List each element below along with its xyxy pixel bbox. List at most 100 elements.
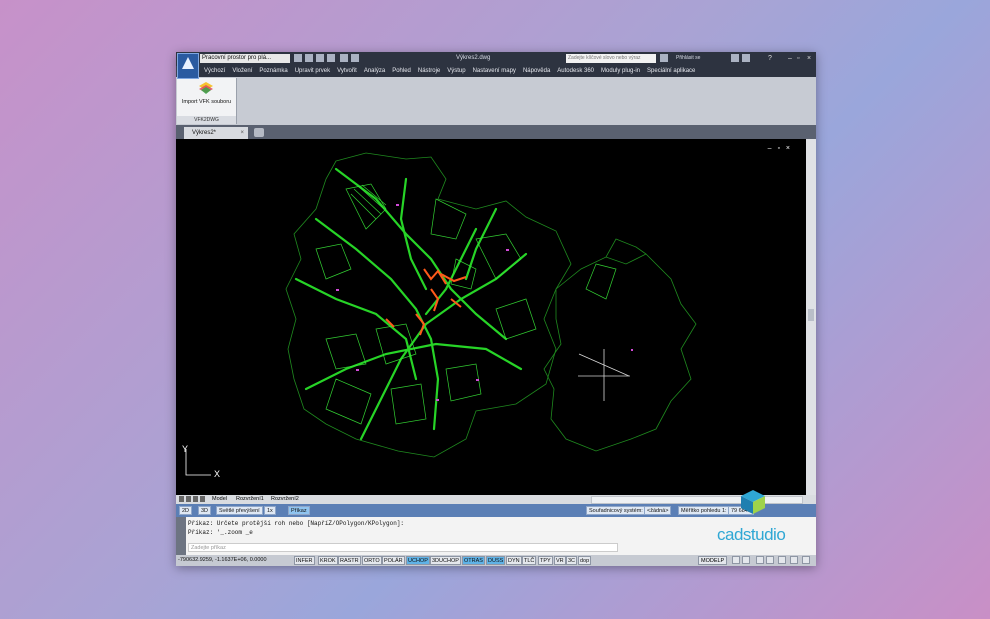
ribbon-panel-title: VFK2DWG <box>177 116 236 124</box>
ribbon: Import VFK souboru VFK2DWG <box>176 77 816 125</box>
redo-icon[interactable] <box>351 54 359 62</box>
signin-button[interactable]: Přihlásit se <box>676 54 700 63</box>
menu-item[interactable]: Analýza <box>364 66 385 77</box>
application-menu-button[interactable] <box>177 53 199 79</box>
viewport-controls[interactable]: – ▫ × <box>768 145 792 152</box>
lock-icon[interactable] <box>766 556 774 564</box>
menu-item[interactable]: Nástroje <box>418 66 440 77</box>
command-history-line: Příkaz: Určete protější roh nebo [NapříZ… <box>188 520 405 527</box>
menu-item[interactable]: Výchozí <box>204 66 225 77</box>
autocad-window: Pracovní prostor pro plá... Výkres2.dwg … <box>176 52 816 566</box>
status-toggle[interactable]: TPY <box>538 556 553 565</box>
prev-tab-icon[interactable] <box>186 496 191 502</box>
clean-screen-icon[interactable] <box>790 556 798 564</box>
visual-style-dropdown[interactable]: Světlé převýšení <box>216 506 263 515</box>
vertical-scrollbar[interactable] <box>806 139 816 495</box>
ucs-x-label: X <box>214 469 221 479</box>
command-window-handle[interactable] <box>176 517 186 555</box>
model-paper-toggle[interactable]: MODELP <box>698 556 728 565</box>
binoculars-icon[interactable] <box>660 54 668 62</box>
next-tab-icon[interactable] <box>193 496 198 502</box>
document-tabs: Výkres2* × <box>176 125 816 139</box>
command-label[interactable]: Příkaz <box>288 506 310 515</box>
tab-vykres2[interactable]: Výkres2* × <box>184 127 248 139</box>
tab-layout1[interactable]: Rozvržení1 <box>236 495 264 504</box>
view-scale-label: Měřítko pohledu 1: <box>678 506 730 515</box>
viewport-status-bar: 2D 3D Světlé převýšení 1x Příkaz Souřadn… <box>176 504 816 517</box>
quick-view-icon[interactable] <box>732 556 740 564</box>
import-vfk-button[interactable]: Import VFK souboru <box>177 99 236 105</box>
title-bar: Pracovní prostor pro plá... Výkres2.dwg … <box>176 52 816 66</box>
tab-label: Výkres2* <box>192 130 217 136</box>
status-toggle[interactable]: 3DUCHOP <box>430 556 461 565</box>
status-toggle[interactable]: DUSS <box>486 556 506 565</box>
new-tab-button[interactable] <box>254 128 264 137</box>
cadastral-map <box>185 152 697 476</box>
workspace-gear-icon[interactable] <box>756 556 764 564</box>
horizontal-scrollbar[interactable] <box>591 496 803 504</box>
drawing-canvas[interactable]: – ▫ × Y X <box>176 139 806 495</box>
tab-model[interactable]: Model <box>212 495 227 504</box>
scale-dropdown[interactable]: 1x <box>264 506 276 515</box>
a360-icon[interactable] <box>742 54 750 62</box>
coord-system-label: Souřadnicový systém: <box>586 506 646 515</box>
menu-item[interactable]: Vložení <box>232 66 252 77</box>
ribbon-panel-vfk2dwg: Import VFK souboru VFK2DWG <box>177 78 237 124</box>
status-toggle[interactable]: VR <box>554 556 566 565</box>
last-tab-icon[interactable] <box>200 496 205 502</box>
status-toggle[interactable]: OTRAS <box>462 556 485 565</box>
status-toggle[interactable]: DYN <box>506 556 522 565</box>
menu-item[interactable]: Nápověda <box>523 66 550 77</box>
command-input[interactable]: Zadejte příkaz <box>188 543 618 552</box>
mode-2d-button[interactable]: 2D <box>179 506 193 515</box>
menu-item[interactable]: Autodesk 360 <box>557 66 594 77</box>
status-toggle[interactable]: INFER <box>294 556 315 565</box>
maximize-icon[interactable]: ▫ <box>797 54 799 63</box>
menu-item[interactable]: Výstup <box>447 66 465 77</box>
workspace-dropdown[interactable]: Pracovní prostor pro plá... <box>200 54 290 63</box>
hardware-accel-icon[interactable] <box>778 556 786 564</box>
help-icon[interactable]: ? <box>768 54 772 63</box>
status-toggle[interactable]: KROK <box>318 556 338 565</box>
close-icon[interactable]: × <box>807 54 811 63</box>
ribbon-tabs: Výchozí Vložení Poznámka Upravit prvek Vytvo… <box>198 66 816 77</box>
tab-layout2[interactable]: Rozvržení2 <box>271 495 299 504</box>
undo-icon[interactable] <box>340 54 348 62</box>
open-file-icon[interactable] <box>305 54 313 62</box>
ucs-y-label: Y <box>182 444 189 454</box>
new-file-icon[interactable] <box>294 54 302 62</box>
menu-item[interactable]: Vytvořit <box>337 66 357 77</box>
first-tab-icon[interactable] <box>179 496 184 502</box>
layers-icon[interactable] <box>198 81 214 95</box>
status-toggle[interactable]: 3C <box>566 556 578 565</box>
exchange-icon[interactable] <box>731 54 739 62</box>
save-icon[interactable] <box>316 54 324 62</box>
cadstudio-logo-icon <box>741 490 765 514</box>
coord-system-value[interactable]: <žádná> <box>644 506 672 515</box>
print-icon[interactable] <box>327 54 335 62</box>
status-toggle[interactable]: dop <box>578 556 592 565</box>
menu-item[interactable]: Upravit prvek <box>295 66 330 77</box>
brand-name: cadstudio <box>717 525 786 544</box>
menu-item[interactable]: Nastavení mapy <box>473 66 516 77</box>
status-toggle[interactable]: TLČ <box>522 556 537 565</box>
status-toggle[interactable]: POLÁR <box>382 556 405 565</box>
command-history-line: Příkaz: '_.zoom _e <box>188 529 253 536</box>
layout-tabs: Model Rozvržení1 Rozvržení2 <box>176 495 816 504</box>
annotation-icon[interactable] <box>742 556 750 564</box>
close-tab-icon[interactable]: × <box>240 127 244 139</box>
menu-item[interactable]: Speciální aplikace <box>647 66 695 77</box>
search-input[interactable]: Zadejte klíčové slovo nebo výraz <box>566 54 656 63</box>
menu-item[interactable]: Poznámka <box>259 66 287 77</box>
minimize-icon[interactable]: – <box>788 54 792 63</box>
scroll-thumb[interactable] <box>808 309 814 321</box>
status-toggle[interactable]: ORTO <box>362 556 382 565</box>
menu-item[interactable]: Moduly plug-in <box>601 66 640 77</box>
status-toggle[interactable]: RASTR <box>338 556 361 565</box>
status-toggle[interactable]: UCHOP <box>406 556 430 565</box>
mode-3d-button[interactable]: 3D <box>198 506 212 515</box>
menu-item[interactable]: Pohled <box>392 66 411 77</box>
customize-icon[interactable] <box>802 556 810 564</box>
application-status-bar: -790632.9259, -1.1637E+06, 0.0000 MODELP… <box>176 555 816 566</box>
cursor-coordinates: -790632.9259, -1.1637E+06, 0.0000 <box>178 557 267 563</box>
